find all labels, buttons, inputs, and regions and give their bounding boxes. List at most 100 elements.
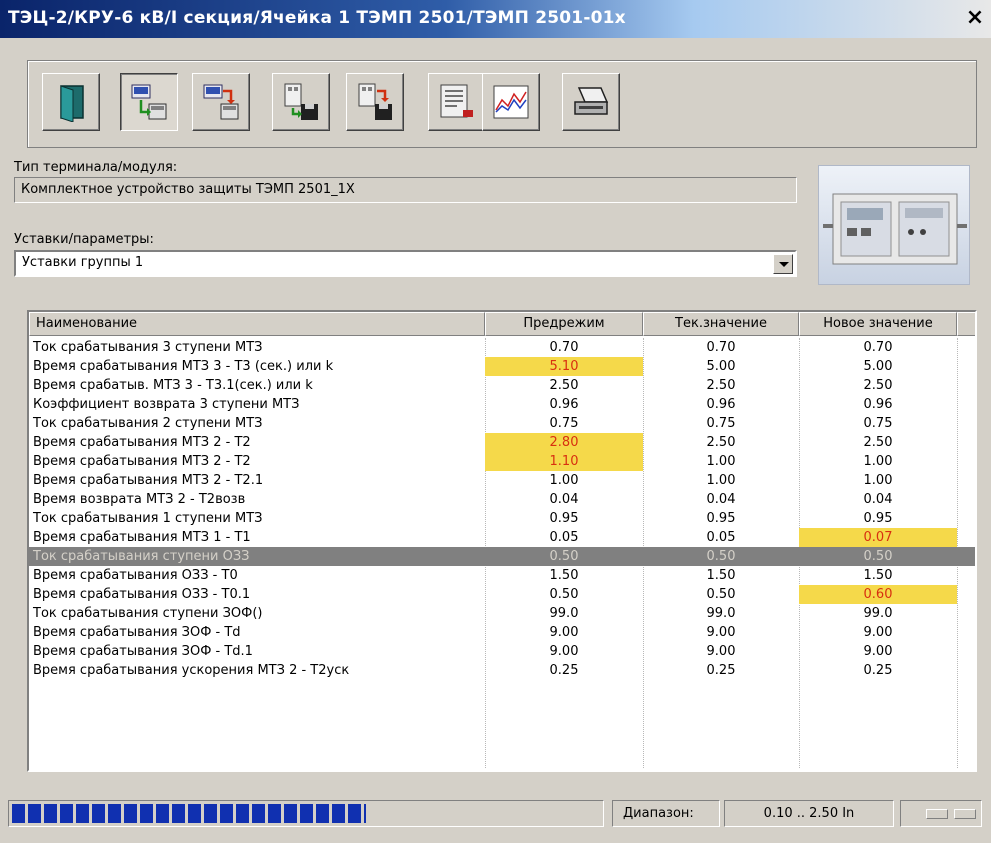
cell-current: 1.00 xyxy=(706,454,736,469)
print-icon xyxy=(574,87,609,115)
cell-pre: 1.00 xyxy=(549,473,579,488)
cell-current: 0.75 xyxy=(706,416,736,431)
cell-new: 0.07 xyxy=(799,528,957,547)
cell-name: Время срабатывания МТЗ 2 - Т2 xyxy=(33,435,251,450)
cell-new: 0.60 xyxy=(799,585,957,604)
cell-current: 5.00 xyxy=(706,359,736,374)
cell-pre: 2.80 xyxy=(485,433,643,452)
cell-name: Ток срабатывания ступени ЗОФ() xyxy=(33,606,263,621)
cell-pre: 0.25 xyxy=(549,663,579,678)
read-from-device-icon xyxy=(131,84,167,120)
cell-name: Время срабатывания МТЗ 2 - Т2 xyxy=(33,454,251,469)
cell-name: Время срабатывания ускорения МТЗ 2 - Т2у… xyxy=(33,663,350,678)
print-button[interactable] xyxy=(562,73,620,131)
cell-current: 2.50 xyxy=(706,435,736,450)
progress-bar xyxy=(8,800,604,827)
table-row[interactable]: Время срабатывания МТЗ 1 - Т1 0.05 0.05 0.0… xyxy=(29,528,975,547)
cell-new: 9.00 xyxy=(863,644,893,659)
status-button-left[interactable] xyxy=(926,809,948,819)
cell-pre: 0.95 xyxy=(549,511,579,526)
oscillogram-icon xyxy=(493,85,529,119)
read-from-device-button[interactable] xyxy=(120,73,178,131)
report-icon xyxy=(440,84,473,118)
table-row[interactable]: Время возврата МТЗ 2 - Т2возв 0.04 0.04 0.0… xyxy=(29,490,975,509)
table-row[interactable]: Время срабатывания МТЗ 2 - Т2 2.80 2.50 2.5… xyxy=(29,433,975,452)
table-row[interactable]: Время срабатывания ЗОФ - Td 9.00 9.00 9.00 xyxy=(29,623,975,642)
table-row[interactable]: Время срабатывания МТЗ 2 - Т2 1.10 1.00 1.0… xyxy=(29,452,975,471)
table-row[interactable]: Время срабатывания МТЗ 3 - Т3 (сек.) или… xyxy=(29,357,975,376)
cell-current: 0.04 xyxy=(706,492,736,507)
cell-current: 0.25 xyxy=(706,663,736,678)
column-header-current[interactable]: Тек.значение xyxy=(643,312,799,336)
cell-new: 0.50 xyxy=(863,549,893,564)
cell-pre: 9.00 xyxy=(549,625,579,640)
cell-pre: 0.05 xyxy=(549,530,579,545)
relay-device-icon xyxy=(823,193,967,265)
cell-name: Время срабатывания ОЗЗ - Т0 xyxy=(33,568,238,583)
column-header-name[interactable]: Наименование xyxy=(29,312,485,336)
table-row[interactable]: Ток срабатывания ступени ЗОФ() 99.0 99.0 99… xyxy=(29,604,975,623)
cell-current: 0.50 xyxy=(706,587,736,602)
chevron-down-icon[interactable] xyxy=(773,254,793,274)
table-row[interactable]: Время срабатывания ускорения МТЗ 2 - Т2у… xyxy=(29,661,975,680)
table-row[interactable]: Коэффициент возврата 3 ступени МТЗ 0.96 0.… xyxy=(29,395,975,414)
cell-name: Время срабатывания ОЗЗ - Т0.1 xyxy=(33,587,251,602)
write-to-device-button[interactable] xyxy=(192,73,250,131)
column-header-new[interactable]: Новое значение xyxy=(799,312,957,336)
cell-current: 0.05 xyxy=(706,530,736,545)
cell-name: Коэффициент возврата 3 ступени МТЗ xyxy=(33,397,300,412)
column-header-pre[interactable]: Предрежим xyxy=(485,312,643,336)
cell-current: 0.70 xyxy=(706,340,736,355)
oscillogram-button[interactable] xyxy=(482,73,540,131)
table-row[interactable]: Время срабатывания ОЗЗ - Т0 1.50 1.50 1.50 xyxy=(29,566,975,585)
cell-new: 5.00 xyxy=(863,359,893,374)
cell-name: Ток срабатывания 2 ступени МТЗ xyxy=(33,416,263,431)
table-row[interactable]: Время срабатывания ОЗЗ - Т0.1 0.50 0.50 0.6… xyxy=(29,585,975,604)
load-from-disk-icon xyxy=(284,83,318,120)
cell-name: Время возврата МТЗ 2 - Т2возв xyxy=(33,492,246,507)
cell-new: 0.04 xyxy=(863,492,893,507)
table-row[interactable]: Ток срабатывания ступени ОЗЗ 0.50 0.50 0.50 xyxy=(29,547,975,566)
table-row[interactable]: Время срабатывания МТЗ 2 - Т2.1 1.00 1.00 1… xyxy=(29,471,975,490)
table-row[interactable]: Время срабатывания ЗОФ - Td.1 9.00 9.00 9.0… xyxy=(29,642,975,661)
cell-new: 1.00 xyxy=(863,454,893,469)
cell-new: 0.70 xyxy=(863,340,893,355)
title-bar: ТЭЦ-2/КРУ-6 кВ/I секция/Ячейка 1 ТЭМП 25… xyxy=(0,0,991,38)
cell-name: Время срабатывания МТЗ 2 - Т2.1 xyxy=(33,473,264,488)
table-row[interactable]: Ток срабатывания 2 ступени МТЗ 0.75 0.75 0.… xyxy=(29,414,975,433)
cell-current: 1.50 xyxy=(706,568,736,583)
table-row[interactable]: Ток срабатывания 1 ступени МТЗ 0.95 0.95 0.… xyxy=(29,509,975,528)
cell-pre: 0.50 xyxy=(549,587,579,602)
cell-pre: 99.0 xyxy=(549,606,579,621)
cell-pre: 0.50 xyxy=(549,549,579,564)
cell-current: 2.50 xyxy=(706,378,736,393)
table-header: Наименование Предрежим Тек.значение Ново… xyxy=(29,312,975,336)
cell-current: 0.50 xyxy=(706,549,736,564)
settings-dropdown[interactable]: Уставки группы 1 xyxy=(14,250,797,277)
cell-current: 99.0 xyxy=(706,606,736,621)
cell-pre: 9.00 xyxy=(549,644,579,659)
toolbar xyxy=(27,60,977,148)
table-row[interactable]: Ток срабатывания 3 ступени МТЗ 0.70 0.70 0.… xyxy=(29,338,975,357)
column-header-filler xyxy=(957,312,975,336)
cell-name: Время срабатывания ЗОФ - Td.1 xyxy=(33,644,253,659)
cell-current: 1.00 xyxy=(706,473,736,488)
cell-name: Время срабатывания МТЗ 3 - Т3 (сек.) или… xyxy=(33,359,334,374)
cell-pre: 1.10 xyxy=(485,452,643,471)
settings-table: Наименование Предрежим Тек.значение Ново… xyxy=(27,310,977,772)
terminal-type-label: Тип терминала/модуля: xyxy=(14,160,178,175)
close-button[interactable]: × xyxy=(963,7,987,31)
exit-button[interactable] xyxy=(42,73,100,131)
range-label: Диапазон: xyxy=(612,800,720,827)
report-button[interactable] xyxy=(428,73,486,131)
device-image xyxy=(818,165,970,285)
status-button-right[interactable] xyxy=(954,809,976,819)
write-to-device-icon xyxy=(203,84,239,120)
load-from-disk-button[interactable] xyxy=(272,73,330,131)
table-row[interactable]: Время срабатыв. МТЗ 3 - Т3.1(сек.) или k… xyxy=(29,376,975,395)
cell-new: 2.50 xyxy=(863,435,893,450)
cell-current: 0.95 xyxy=(706,511,736,526)
cell-pre: 1.50 xyxy=(549,568,579,583)
save-to-disk-button[interactable] xyxy=(346,73,404,131)
cell-new: 99.0 xyxy=(863,606,893,621)
